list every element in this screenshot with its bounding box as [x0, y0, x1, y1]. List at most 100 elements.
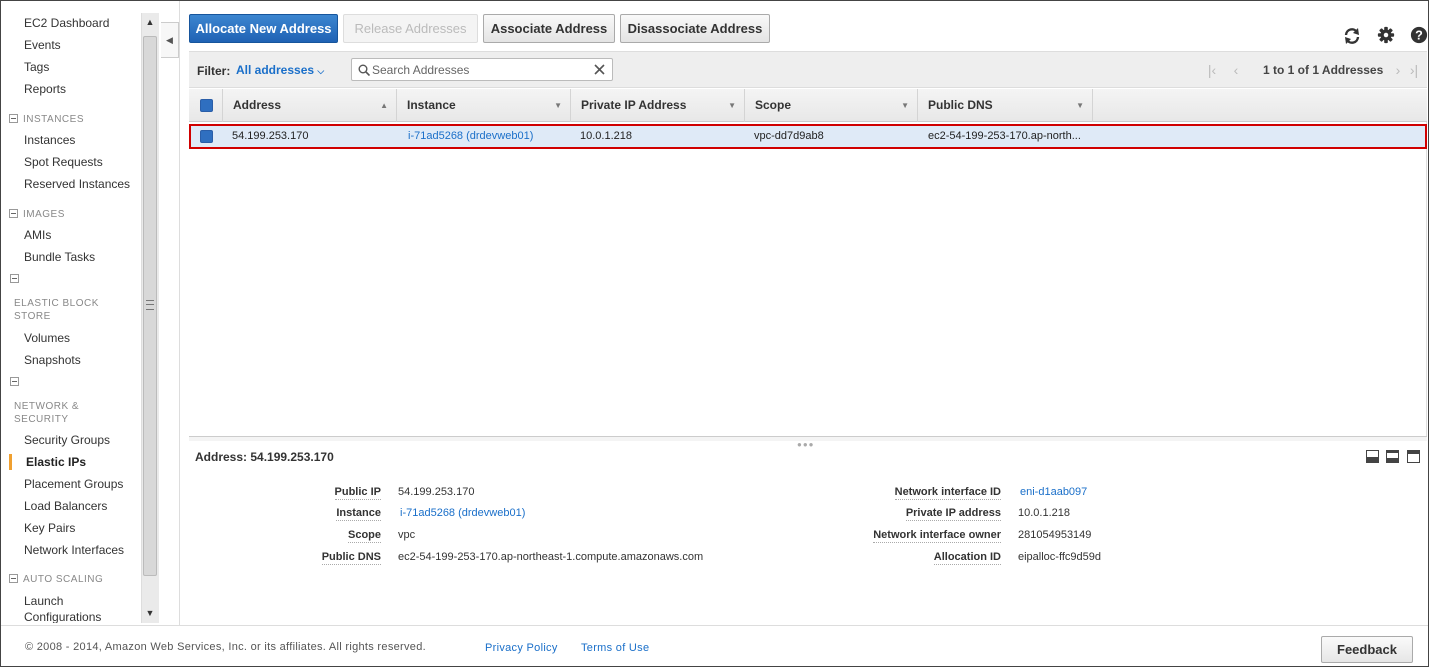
sidebar-item-ec2-dashboard[interactable]: EC2 Dashboard [24, 16, 109, 30]
section-images[interactable]: IMAGES [9, 209, 65, 220]
last-page-icon[interactable]: ›| [1407, 63, 1421, 77]
filter-dropdown[interactable]: All addresses ⌵ [236, 63, 324, 77]
detail-value-instance-link[interactable]: i-71ad5268 (drdevweb01) [400, 507, 525, 519]
collapse-icon[interactable] [10, 377, 19, 386]
collapse-icon[interactable] [10, 274, 19, 283]
detail-label-instance: Instance [336, 507, 381, 521]
active-item-marker [9, 454, 12, 470]
detail-label-allocation-id: Allocation ID [933, 551, 1001, 565]
privacy-policy-link[interactable]: Privacy Policy [485, 642, 558, 654]
sidebar-item-reserved-instances[interactable]: Reserved Instances [24, 177, 130, 191]
layout-bottom-panel-icon[interactable] [1366, 450, 1379, 463]
gear-icon[interactable] [1377, 26, 1395, 44]
grip-icon: ●●● [797, 440, 815, 449]
copyright-text: © 2008 - 2014, Amazon Web Services, Inc.… [25, 641, 426, 653]
sidebar-item-launch-configurations[interactable]: Launch Configurations [24, 593, 114, 623]
column-header-public-dns[interactable]: Public DNS ▼ [918, 89, 1093, 122]
detail-value-network-interface-id-link[interactable]: eni-d1aab097 [1020, 486, 1087, 498]
sidebar-item-reports[interactable]: Reports [24, 82, 66, 96]
detail-label-private-ip: Private IP address [905, 507, 1001, 521]
detail-value-public-dns: ec2-54-199-253-170.ap-northeast-1.comput… [398, 551, 704, 563]
section-auto-scaling-label: AUTO SCALING [23, 574, 104, 585]
column-address-label: Address [233, 98, 282, 112]
layout-split-panel-icon[interactable] [1386, 450, 1399, 463]
collapse-icon[interactable] [9, 574, 18, 583]
sort-icon: ▼ [554, 101, 562, 110]
pagination: |‹ ‹ 1 to 1 of 1 Addresses › ›| [1197, 62, 1427, 78]
chevron-left-icon: ◀ [166, 34, 173, 45]
refresh-icon[interactable] [1342, 26, 1362, 46]
prev-page-icon[interactable]: ‹ [1229, 63, 1243, 77]
section-instances[interactable]: INSTANCES [9, 114, 84, 125]
row-checkbox[interactable] [200, 130, 213, 143]
sidebar: EC2 Dashboard Events Tags Reports INSTAN… [1, 1, 141, 623]
column-header-private-ip[interactable]: Private IP Address ▼ [571, 89, 745, 122]
help-icon[interactable]: ? [1410, 26, 1428, 44]
close-icon[interactable] [593, 63, 606, 76]
layout-top-panel-icon[interactable] [1407, 450, 1420, 463]
section-network-security: NETWORK & SECURITY [14, 401, 80, 425]
sidebar-item-snapshots[interactable]: Snapshots [24, 353, 81, 367]
detail-label-scope: Scope [347, 529, 381, 543]
feedback-button[interactable]: Feedback [1321, 636, 1413, 663]
column-scope-label: Scope [755, 98, 792, 112]
cell-private-ip: 10.0.1.218 [580, 130, 632, 142]
scroll-up-icon[interactable]: ▲ [141, 13, 159, 31]
column-header-scope[interactable]: Scope ▼ [745, 89, 918, 122]
search-box[interactable] [351, 58, 613, 81]
detail-value-scope: vpc [398, 529, 416, 541]
detail-value-allocation-id: eipalloc-ffc9d59d [1018, 551, 1101, 563]
sort-icon: ▼ [901, 101, 909, 110]
associate-address-button[interactable]: Associate Address [483, 14, 615, 43]
table-row[interactable]: 54.199.253.170 i-71ad5268 (drdevweb01) 1… [189, 124, 1427, 149]
cell-public-dns: ec2-54-199-253-170.ap-north... [928, 130, 1081, 142]
collapse-icon[interactable] [9, 114, 18, 123]
sidebar-item-elastic-ips[interactable]: Elastic IPs [26, 455, 86, 469]
cell-address: 54.199.253.170 [232, 130, 309, 142]
cell-instance-link[interactable]: i-71ad5268 (drdevweb01) [408, 130, 533, 142]
sidebar-item-tags[interactable]: Tags [24, 60, 49, 74]
sidebar-item-placement-groups[interactable]: Placement Groups [24, 477, 123, 491]
detail-label-public-ip: Public IP [334, 486, 381, 500]
release-addresses-button[interactable]: Release Addresses [343, 14, 478, 43]
sidebar-item-spot-requests[interactable]: Spot Requests [24, 155, 103, 169]
pager-text: 1 to 1 of 1 Addresses [1263, 63, 1384, 77]
search-icon [358, 64, 370, 76]
allocate-new-address-button[interactable]: Allocate New Address [189, 14, 338, 43]
next-page-icon[interactable]: › [1391, 63, 1405, 77]
search-input[interactable] [372, 62, 592, 78]
column-instance-label: Instance [407, 98, 456, 112]
sidebar-item-amis[interactable]: AMIs [24, 228, 51, 242]
sidebar-item-events[interactable]: Events [24, 38, 61, 52]
select-all-cell [189, 89, 223, 122]
collapse-sidebar-button[interactable]: ◀ [161, 22, 179, 58]
sort-icon: ▼ [1076, 101, 1084, 110]
table-header: Address ▲ Instance ▼ Private IP Address ▼ S… [189, 89, 1427, 122]
filter-bar: Filter: All addresses ⌵ |‹ ‹ 1 to 1 of 1… [189, 51, 1427, 88]
disassociate-address-button[interactable]: Disassociate Address [620, 14, 770, 43]
sidebar-item-instances[interactable]: Instances [24, 133, 75, 147]
sidebar-item-key-pairs[interactable]: Key Pairs [24, 521, 75, 535]
section-ebs: ELASTIC BLOCK STORE [14, 298, 99, 322]
sidebar-item-load-balancers[interactable]: Load Balancers [24, 499, 107, 513]
chevron-down-icon: ⌵ [317, 66, 325, 76]
column-header-instance[interactable]: Instance ▼ [397, 89, 571, 122]
filter-label: Filter: [197, 64, 231, 78]
detail-label-network-interface-id: Network interface ID [894, 486, 1001, 500]
scroll-down-icon[interactable]: ▼ [141, 604, 159, 622]
sidebar-item-network-interfaces[interactable]: Network Interfaces [24, 543, 124, 557]
footer: © 2008 - 2014, Amazon Web Services, Inc.… [1, 625, 1428, 666]
column-header-address[interactable]: Address ▲ [223, 89, 397, 122]
select-all-checkbox[interactable] [200, 99, 213, 112]
grip-icon [146, 300, 154, 310]
detail-value-private-ip: 10.0.1.218 [1018, 507, 1070, 519]
sidebar-item-volumes[interactable]: Volumes [24, 331, 70, 345]
terms-of-use-link[interactable]: Terms of Use [581, 642, 649, 654]
sort-icon: ▼ [728, 101, 736, 110]
filter-dropdown-value: All addresses [236, 63, 315, 77]
collapse-icon[interactable] [9, 209, 18, 218]
sidebar-item-bundle-tasks[interactable]: Bundle Tasks [24, 250, 95, 264]
first-page-icon[interactable]: |‹ [1205, 63, 1219, 77]
section-auto-scaling[interactable]: AUTO SCALING [9, 574, 103, 585]
sidebar-item-security-groups[interactable]: Security Groups [24, 433, 110, 447]
